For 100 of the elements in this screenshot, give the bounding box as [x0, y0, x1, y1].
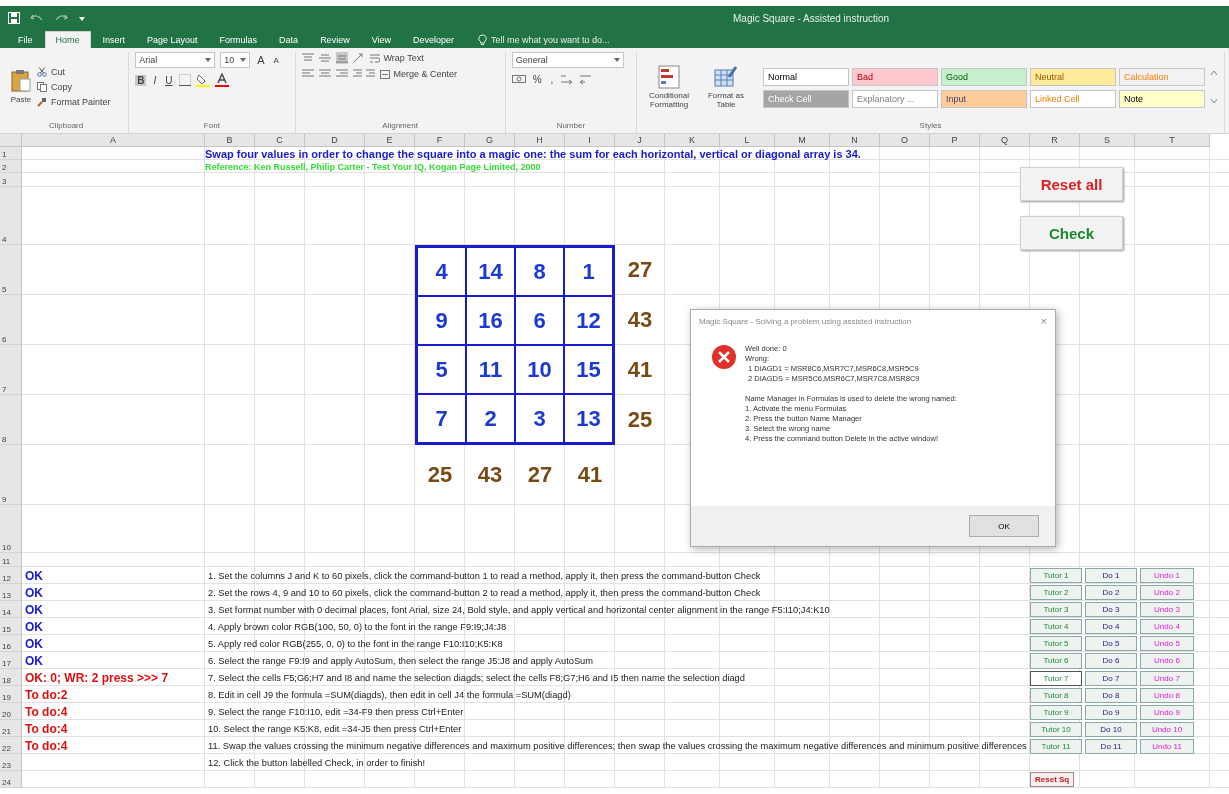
borders-icon[interactable] — [179, 74, 192, 86]
tutor-button[interactable]: Tutor 1 — [1030, 568, 1082, 584]
check-button[interactable]: Check — [1020, 216, 1123, 250]
ribbon-tab[interactable]: Data — [269, 31, 309, 48]
column-header[interactable]: O — [880, 134, 930, 147]
row-header[interactable]: 17 — [0, 652, 22, 669]
tutor-button[interactable]: Tutor 8 — [1030, 687, 1082, 703]
font-size-dropdown[interactable]: 10 — [220, 52, 251, 68]
save-icon[interactable] — [8, 12, 20, 24]
row-header[interactable]: 20 — [0, 703, 22, 720]
grow-font-button[interactable]: A — [255, 54, 267, 66]
row-header[interactable]: 16 — [0, 635, 22, 652]
row-header[interactable]: 21 — [0, 720, 22, 737]
indent-icon[interactable] — [352, 69, 375, 79]
ribbon-tab[interactable]: Insert — [92, 31, 136, 48]
column-header[interactable]: T — [1135, 134, 1210, 147]
merge-center-button[interactable]: Merge & Center — [379, 69, 458, 79]
column-header[interactable]: K — [665, 134, 720, 147]
tutor-button[interactable]: Tutor 3 — [1030, 602, 1082, 618]
undo-button[interactable]: Undo 6 — [1140, 653, 1194, 669]
copy-button[interactable]: Copy — [37, 81, 111, 92]
column-header[interactable]: P — [930, 134, 980, 147]
ribbon-tab[interactable]: View — [361, 31, 401, 48]
undo-button[interactable]: Undo 11 — [1140, 738, 1194, 754]
number-format-dropdown[interactable]: General — [511, 52, 624, 68]
tutor-button[interactable]: Tutor 4 — [1030, 619, 1082, 635]
row-header[interactable]: 11 — [0, 553, 22, 567]
align-left-icon[interactable] — [301, 69, 314, 79]
do-button[interactable]: Do 8 — [1085, 687, 1137, 703]
underline-button[interactable]: U — [163, 74, 175, 86]
column-header[interactable]: B — [205, 134, 255, 147]
format-as-table-button[interactable]: Format as Table — [700, 64, 752, 109]
shrink-font-button[interactable]: A — [271, 55, 281, 65]
row-header[interactable]: 9 — [0, 445, 22, 505]
do-button[interactable]: Do 10 — [1085, 721, 1137, 737]
do-button[interactable]: Do 1 — [1085, 568, 1137, 584]
do-button[interactable]: Do 11 — [1085, 738, 1137, 754]
font-name-dropdown[interactable]: Arial — [135, 52, 216, 68]
row-header[interactable]: 18 — [0, 669, 22, 686]
do-button[interactable]: Do 2 — [1085, 585, 1137, 601]
font-color-icon[interactable] — [215, 73, 230, 87]
column-header[interactable]: N — [830, 134, 880, 147]
undo-icon[interactable] — [30, 13, 44, 23]
row-header[interactable]: 12 — [0, 567, 22, 584]
ribbon-tab[interactable]: Developer — [403, 31, 465, 48]
row-header[interactable]: 10 — [0, 505, 22, 553]
column-header[interactable]: D — [305, 134, 365, 147]
column-header[interactable]: S — [1080, 134, 1135, 147]
cell-style-option[interactable]: Neutral — [1030, 67, 1116, 86]
tutor-button[interactable]: Tutor 10 — [1030, 721, 1082, 737]
tutor-button[interactable]: Tutor 7 — [1030, 670, 1082, 686]
close-button[interactable]: × — [1040, 315, 1047, 327]
ribbon-tab[interactable]: Home — [44, 31, 91, 48]
comma-button[interactable]: , — [548, 73, 556, 85]
reset-square-button[interactable]: Reset Sq — [1030, 772, 1075, 787]
ribbon-tab[interactable]: Review — [310, 31, 360, 48]
conditional-formatting-button[interactable]: Conditional Formatting — [643, 64, 695, 109]
currency-icon[interactable] — [511, 73, 526, 85]
wrap-text-button[interactable]: Wrap Text — [369, 53, 424, 63]
customize-icon[interactable] — [78, 14, 86, 22]
ok-button[interactable]: OK — [969, 515, 1039, 537]
tutor-button[interactable]: Tutor 5 — [1030, 636, 1082, 652]
align-right-icon[interactable] — [335, 69, 348, 79]
do-button[interactable]: Do 7 — [1085, 670, 1137, 686]
row-header[interactable]: 5 — [0, 245, 22, 295]
orientation-icon[interactable] — [352, 53, 365, 63]
undo-button[interactable]: Undo 3 — [1140, 602, 1194, 618]
undo-button[interactable]: Undo 5 — [1140, 636, 1194, 652]
row-header[interactable]: 19 — [0, 686, 22, 703]
undo-button[interactable]: Undo 2 — [1140, 585, 1194, 601]
redo-icon[interactable] — [54, 13, 68, 23]
undo-button[interactable]: Undo 7 — [1140, 670, 1194, 686]
increase-decimal-icon[interactable] — [560, 73, 575, 85]
percent-button[interactable]: % — [530, 73, 544, 85]
row-header[interactable]: 14 — [0, 601, 22, 618]
cell-style-option[interactable]: Bad — [852, 67, 938, 86]
reset-all-button[interactable]: Reset all — [1020, 167, 1123, 201]
cell-style-option[interactable]: Input — [941, 89, 1027, 108]
row-header[interactable]: 3 — [0, 173, 22, 187]
column-header[interactable]: Q — [980, 134, 1030, 147]
row-header[interactable]: 4 — [0, 187, 22, 245]
cell-style-option[interactable]: Normal — [763, 67, 849, 86]
row-header[interactable]: 8 — [0, 395, 22, 445]
row-header[interactable]: 24 — [0, 771, 22, 788]
paste-button[interactable]: Paste — [10, 69, 32, 104]
cell-style-option[interactable]: Explanatory ... — [852, 89, 938, 108]
italic-button[interactable]: I — [151, 74, 159, 86]
row-header[interactable]: 7 — [0, 345, 22, 395]
ribbon-tab[interactable]: Formulas — [209, 31, 268, 48]
tutor-button[interactable]: Tutor 6 — [1030, 653, 1082, 669]
row-header[interactable]: 1 — [0, 147, 22, 160]
column-header[interactable]: C — [255, 134, 305, 147]
do-button[interactable]: Do 4 — [1085, 619, 1137, 635]
row-header[interactable]: 22 — [0, 737, 22, 754]
cell-style-option[interactable]: Good — [941, 67, 1027, 86]
row-header[interactable]: 23 — [0, 754, 22, 771]
tutor-button[interactable]: Tutor 2 — [1030, 585, 1082, 601]
tutor-button[interactable]: Tutor 9 — [1030, 704, 1082, 720]
do-button[interactable]: Do 3 — [1085, 602, 1137, 618]
row-header[interactable]: 6 — [0, 295, 22, 345]
